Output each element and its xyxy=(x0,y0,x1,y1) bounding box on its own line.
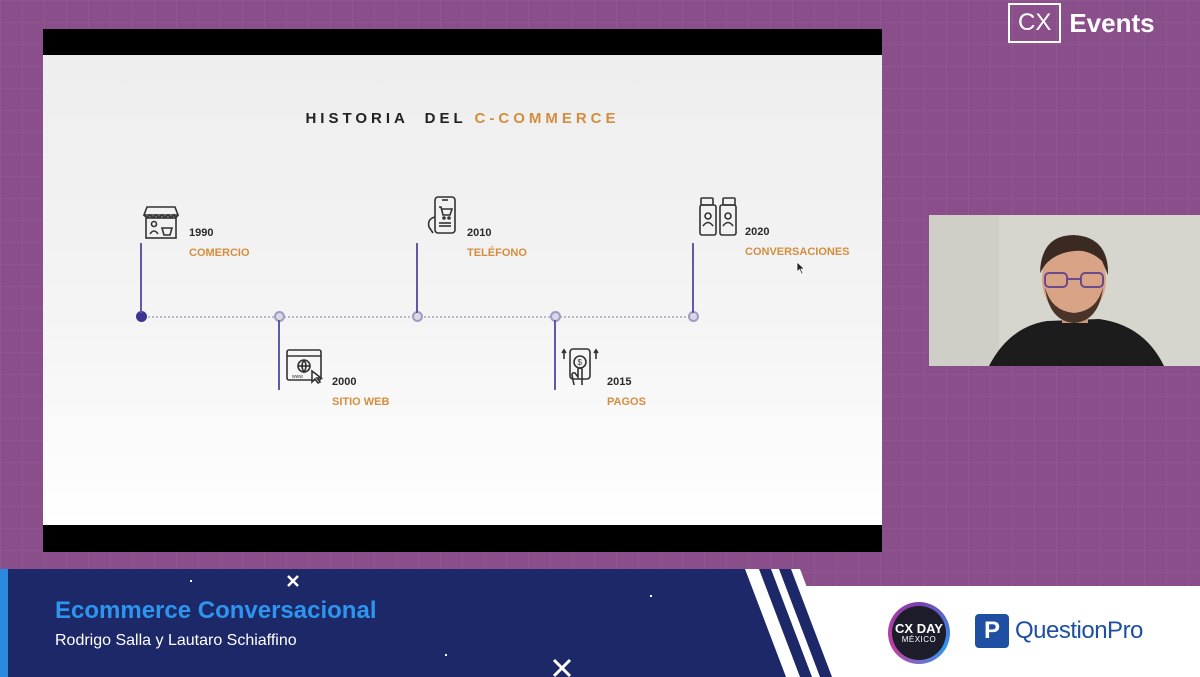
svg-text:www: www xyxy=(292,374,303,380)
cx-day-mexico-logo: CX DAY MÉXICO xyxy=(888,602,950,664)
slide-content: HISTORIA DEL C-COMMERCE 1990 COMERCIO ww… xyxy=(43,55,882,525)
cx-events-logo: CX Events xyxy=(1008,2,1155,44)
cx-box: CX xyxy=(1008,3,1062,43)
speaker-webcam xyxy=(929,215,1200,366)
event-year-2015: 2015 xyxy=(607,376,632,388)
timeline-stem-2010 xyxy=(416,243,418,313)
event-label-2015: PAGOS xyxy=(607,396,646,408)
lower-third-accent xyxy=(0,569,8,677)
sparkle-dot xyxy=(190,580,192,582)
questionpro-logo: P QuestionPro xyxy=(975,614,1143,648)
event-label-1990: COMERCIO xyxy=(189,247,250,259)
timeline-stem-2020 xyxy=(692,243,694,313)
sparkle-dot xyxy=(445,654,447,656)
smartphone-cart-icon xyxy=(427,196,456,234)
slide-title: HISTORIA DEL C-COMMERCE xyxy=(43,110,882,127)
website-icon: www xyxy=(286,349,324,385)
chat-users-icon xyxy=(699,197,737,236)
events-text: Events xyxy=(1069,7,1155,38)
sparkle-dot xyxy=(650,595,652,597)
cx-day-badge-inner: CX DAY MÉXICO xyxy=(892,606,946,660)
svg-text:$: $ xyxy=(578,358,583,367)
event-year-1990: 1990 xyxy=(189,227,214,239)
event-label-2000: SITIO WEB xyxy=(332,396,390,408)
timeline-stem-2015 xyxy=(554,320,556,390)
slide-title-main: HISTORIA DEL xyxy=(305,110,475,127)
cx-day-top: CX DAY xyxy=(895,620,943,636)
diagonal-stripes xyxy=(745,569,841,677)
speaker-person-illustration xyxy=(929,215,1200,366)
timeline-stem-2000 xyxy=(278,320,280,390)
slide-title-accent: C-COMMERCE xyxy=(474,110,620,127)
event-label-2010: TELÉFONO xyxy=(467,247,527,259)
event-year-2000: 2000 xyxy=(332,376,357,388)
mouse-cursor-icon xyxy=(796,261,806,275)
questionpro-text: QuestionPro xyxy=(1015,617,1143,644)
talk-title: Ecommerce Conversacional xyxy=(55,597,377,624)
storefront-icon xyxy=(142,206,180,239)
event-label-2020: CONVERSACIONES xyxy=(745,246,850,258)
mobile-payment-icon: $ xyxy=(561,348,599,386)
shared-slide-frame: HISTORIA DEL C-COMMERCE 1990 COMERCIO ww… xyxy=(43,29,882,552)
questionpro-icon: P xyxy=(975,614,1009,648)
cx-day-bottom: MÉXICO xyxy=(901,634,937,644)
sparkle-x-icon xyxy=(552,658,572,677)
talk-speakers: Rodrigo Salla y Lautaro Schiaffino xyxy=(55,632,297,649)
event-year-2010: 2010 xyxy=(467,227,492,239)
event-year-2020: 2020 xyxy=(745,226,770,238)
sparkle-x-icon xyxy=(287,575,299,587)
timeline-stem-1990 xyxy=(140,243,142,313)
